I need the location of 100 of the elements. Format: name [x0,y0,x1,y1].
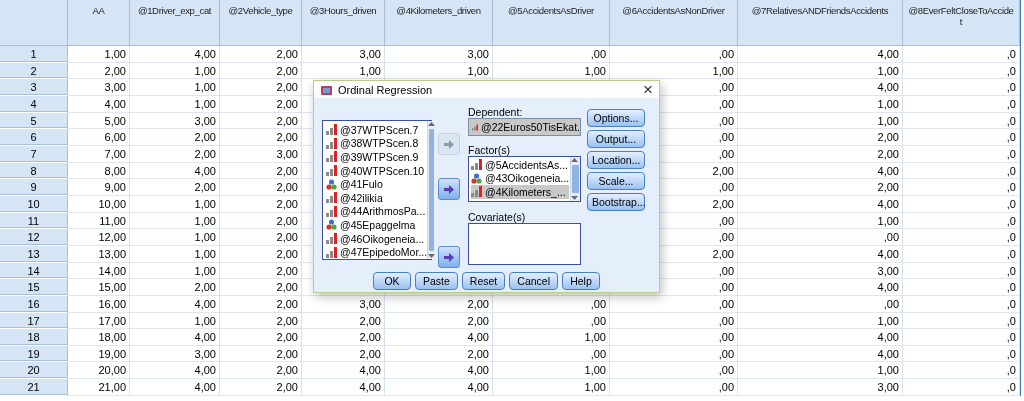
table-cell[interactable]: 2,00 [738,145,903,163]
table-cell[interactable]: 2,00 [220,212,302,230]
table-cell[interactable]: 4,00 [130,46,220,63]
scroll-up-icon[interactable] [571,157,579,163]
dialog-button[interactable]: Paste [415,272,458,290]
table-cell[interactable]: ,00 [610,312,738,330]
factor-item[interactable]: @4Kilometers_... [471,185,570,199]
table-cell[interactable]: 2,00 [220,329,302,346]
table-cell[interactable]: 1,00 [130,62,220,80]
table-cell[interactable]: ,0 [903,262,1020,280]
table-cell[interactable]: 2,00 [302,345,385,363]
table-cell[interactable]: ,0 [903,46,1020,63]
table-cell[interactable]: 2,00 [68,62,130,80]
table-cell[interactable]: 2,00 [220,95,302,113]
dependent-field[interactable]: @22Euros50TisEkat. [468,118,581,136]
table-cell[interactable]: 4,00 [302,362,385,380]
column-header[interactable]: @4Kilometers_driven [385,0,493,46]
table-cell[interactable]: 2,00 [220,229,302,246]
table-cell[interactable]: 1,00 [738,112,903,130]
table-cell[interactable]: 13,00 [68,245,130,263]
table-cell[interactable]: 2,00 [220,62,302,80]
table-cell[interactable]: 1,00 [738,62,903,80]
table-cell[interactable]: 3,00 [385,46,493,63]
row-header[interactable]: 21 [0,379,68,396]
variable-list[interactable]: @37WTPScen.7 @38WTPScen.8 @39WTPScen.9 @40WTPScen.10 @41Fulo @42ilikia @44ArithmosPa... @45Epaggelma @46Oikogeneia... @47EpipedoMor... [322,120,432,260]
table-cell[interactable]: 1,00 [68,46,130,63]
table-cell[interactable]: ,0 [903,379,1020,396]
table-cell[interactable]: 1,00 [738,312,903,330]
table-cell[interactable]: 3,00 [220,145,302,163]
variable-item[interactable]: @37WTPScen.7 [326,123,428,137]
table-cell[interactable]: 4,00 [130,162,220,180]
variable-item[interactable]: @47EpipedoMor... [326,245,428,259]
table-cell[interactable]: ,0 [903,95,1020,113]
dialog-button[interactable]: Scale... [587,172,645,190]
table-cell[interactable]: ,0 [903,179,1020,196]
table-cell[interactable]: ,0 [903,195,1020,213]
column-header[interactable]: @8EverFeltCloseToAccide t [903,0,1020,46]
table-cell[interactable]: ,00 [610,379,738,396]
table-cell[interactable]: 1,00 [493,379,610,396]
table-cell[interactable]: 4,00 [68,95,130,113]
table-cell[interactable]: 9,00 [68,179,130,196]
table-cell[interactable]: ,0 [903,279,1020,296]
table-cell[interactable]: 4,00 [738,162,903,180]
table-cell[interactable]: ,0 [903,362,1020,380]
table-cell[interactable]: 2,00 [220,262,302,280]
scrollbar[interactable] [570,157,580,201]
dialog-button[interactable]: Options... [587,109,645,127]
table-cell[interactable]: 4,00 [130,329,220,346]
table-cell[interactable]: ,00 [610,362,738,380]
scroll-down-icon[interactable] [428,253,436,259]
table-cell[interactable]: 4,00 [738,245,903,263]
table-cell[interactable]: 2,00 [302,312,385,330]
variable-item[interactable]: @39WTPScen.9 [326,150,428,164]
table-cell[interactable]: ,00 [610,329,738,346]
table-cell[interactable]: 3,00 [130,345,220,363]
table-cell[interactable]: 2,00 [130,179,220,196]
table-cell[interactable]: ,0 [903,112,1020,130]
row-header[interactable]: 12 [0,229,68,246]
table-cell[interactable]: 4,00 [302,379,385,396]
table-cell[interactable]: 1,00 [493,362,610,380]
table-cell[interactable]: 2,00 [220,112,302,130]
table-cell[interactable]: 2,00 [220,312,302,330]
table-cell[interactable]: 1,00 [130,229,220,246]
table-cell[interactable]: ,0 [903,345,1020,363]
table-cell[interactable]: 20,00 [68,362,130,380]
table-cell[interactable]: 18,00 [68,329,130,346]
table-cell[interactable]: 4,00 [738,279,903,296]
column-header[interactable]: @7RelativesANDFriendsAccidents [738,0,903,46]
table-cell[interactable]: ,0 [903,312,1020,330]
table-cell[interactable]: 2,00 [220,245,302,263]
table-cell[interactable]: 4,00 [385,329,493,346]
table-cell[interactable]: 3,00 [68,79,130,96]
table-cell[interactable]: 3,00 [738,379,903,396]
table-cell[interactable]: 1,00 [130,245,220,263]
table-cell[interactable]: 2,00 [220,129,302,146]
dialog-button[interactable]: Help [562,272,600,290]
table-cell[interactable]: 2,00 [220,195,302,213]
variable-item[interactable]: @40WTPScen.10 [326,163,428,178]
table-cell[interactable]: ,0 [903,79,1020,96]
row-header[interactable]: 1 [0,46,68,63]
table-cell[interactable]: ,0 [903,145,1020,163]
table-cell[interactable]: 8,00 [68,162,130,180]
dialog-button[interactable]: OK [373,272,411,290]
column-header[interactable]: @6AccidentsAsNonDriver [610,0,738,46]
table-cell[interactable]: 4,00 [738,329,903,346]
table-cell[interactable]: 3,00 [130,112,220,130]
table-cell[interactable]: ,00 [738,295,903,313]
table-cell[interactable]: 4,00 [738,46,903,63]
column-header[interactable]: @5AccidentsAsDriver [493,0,610,46]
table-cell[interactable]: ,00 [493,46,610,63]
variable-item[interactable]: @44ArithmosPa... [326,204,428,219]
variable-item[interactable]: @42ilikia [326,190,428,205]
row-header[interactable]: 20 [0,362,68,380]
table-cell[interactable]: ,0 [903,229,1020,246]
row-header[interactable]: 6 [0,129,68,146]
variable-item[interactable]: @41Fulo [326,177,428,191]
close-button[interactable]: × [643,81,653,98]
scrollbar[interactable] [427,121,436,259]
table-cell[interactable]: 2,00 [738,179,903,196]
table-cell[interactable]: ,0 [903,62,1020,80]
